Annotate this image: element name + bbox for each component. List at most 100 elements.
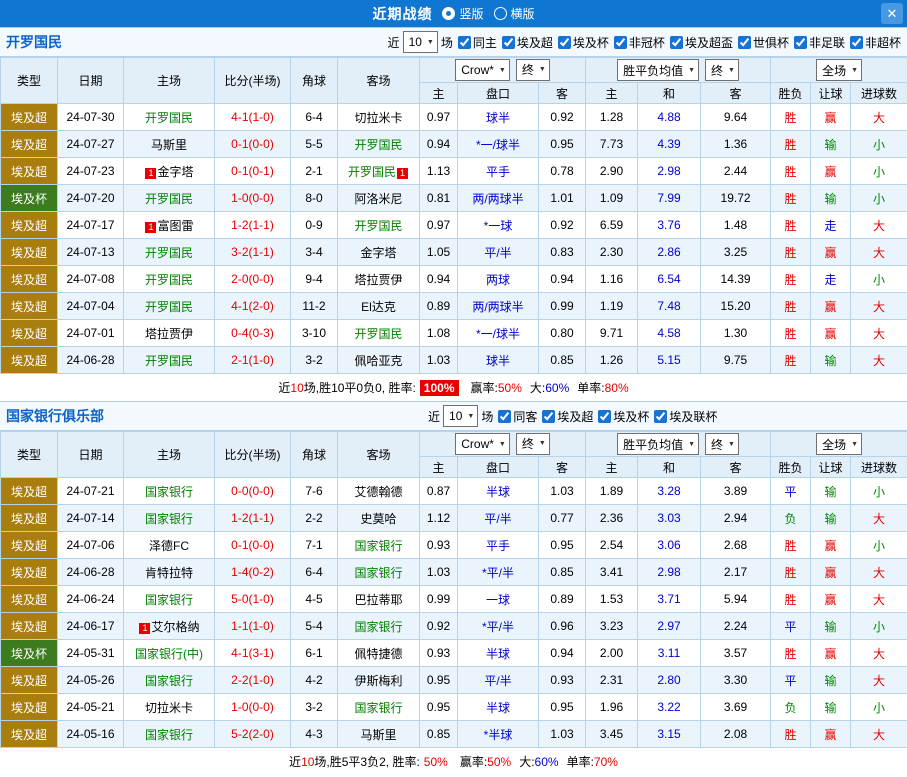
europe-stage-select[interactable]: 终▼ bbox=[705, 59, 739, 81]
filter-option[interactable]: 非冠杯 bbox=[614, 34, 665, 51]
radio-horizontal[interactable]: 横版 bbox=[494, 5, 535, 22]
handicap-stage-select[interactable]: 终▼ bbox=[516, 433, 550, 455]
filter-checkbox[interactable] bbox=[458, 36, 471, 49]
filter-option[interactable]: 埃及超 bbox=[502, 34, 553, 51]
home-team: 开罗国民 bbox=[124, 293, 215, 320]
result-goals: 小 bbox=[851, 478, 907, 505]
europe-draw-odds: 7.99 bbox=[638, 185, 701, 212]
filter-checkbox[interactable] bbox=[850, 36, 863, 49]
filter-option[interactable]: 埃及杯 bbox=[598, 408, 649, 425]
home-team-name: 开罗国民 bbox=[145, 273, 193, 287]
table-row: 埃及超24-07-08开罗国民2-0(0-0)9-4塔拉贾伊0.94两球0.94… bbox=[1, 266, 907, 293]
home-team-name: 国家银行 bbox=[145, 728, 193, 742]
europe-dropdown-group: 胜平负均值▼终▼ bbox=[586, 58, 771, 83]
filter-option[interactable]: 埃及联杯 bbox=[654, 408, 717, 425]
corner-score: 11-2 bbox=[291, 293, 338, 320]
filter-checkbox[interactable] bbox=[598, 410, 611, 423]
result-handicap: 赢 bbox=[811, 586, 851, 613]
match-type: 埃及超 bbox=[1, 667, 58, 694]
match-date: 24-06-17 bbox=[58, 613, 124, 640]
sub-header: 和 bbox=[638, 83, 701, 104]
filter-checkbox[interactable] bbox=[558, 36, 571, 49]
away-team-name: 佩特捷德 bbox=[354, 647, 402, 661]
match-date: 24-07-21 bbox=[58, 478, 124, 505]
summary-line: 近10场,胜5平3负2, 胜率:50%赢率:50%大:60%单率:70% bbox=[0, 748, 907, 775]
sub-header: 进球数 bbox=[851, 457, 907, 478]
handicap-away-odds: 0.92 bbox=[539, 104, 586, 131]
filter-label: 同客 bbox=[513, 408, 537, 425]
europe-away-odds: 1.30 bbox=[701, 320, 771, 347]
away-team: 塔拉贾伊 bbox=[338, 266, 420, 293]
filter-option[interactable]: 埃及杯 bbox=[558, 34, 609, 51]
scope-select-value: 全场 bbox=[822, 436, 846, 453]
europe-stage-select-value: 终 bbox=[711, 62, 723, 79]
filter-checkbox[interactable] bbox=[502, 36, 515, 49]
europe-stage-select[interactable]: 终▼ bbox=[705, 433, 739, 455]
filter-option[interactable]: 非足联 bbox=[794, 34, 845, 51]
corner-score: 4-5 bbox=[291, 586, 338, 613]
filter-option[interactable]: 同客 bbox=[498, 408, 537, 425]
corner-score: 0-9 bbox=[291, 212, 338, 239]
filter-checkbox[interactable] bbox=[614, 36, 627, 49]
filter-option[interactable]: 埃及超 bbox=[542, 408, 593, 425]
stat-value: 60% bbox=[535, 755, 559, 769]
filter-option[interactable]: 世俱杯 bbox=[738, 34, 789, 51]
result-goals: 大 bbox=[851, 667, 907, 694]
bookmaker-select[interactable]: Crow*▼ bbox=[455, 59, 510, 81]
europe-home-odds: 2.54 bbox=[586, 532, 638, 559]
match-count-select[interactable]: 10▼ bbox=[403, 31, 438, 53]
filter-checkbox[interactable] bbox=[670, 36, 683, 49]
header-row-1: 类型日期主场比分(半场)角球客场Crow*▼终▼胜平负均值▼终▼全场▼ bbox=[1, 58, 907, 83]
home-team: 1艾尔格纳 bbox=[124, 613, 215, 640]
scope-select[interactable]: 全场▼ bbox=[816, 433, 862, 455]
bookmaker-select[interactable]: Crow*▼ bbox=[455, 433, 510, 455]
europe-draw-odds: 3.15 bbox=[638, 721, 701, 748]
away-team: 巴拉蒂耶 bbox=[338, 586, 420, 613]
filter-option[interactable]: 非超杯 bbox=[850, 34, 901, 51]
result-goals: 小 bbox=[851, 158, 907, 185]
away-team: 国家银行 bbox=[338, 532, 420, 559]
europe-away-odds: 14.39 bbox=[701, 266, 771, 293]
table-row: 埃及超24-06-28开罗国民2-1(1-0)3-2佩哈亚克1.03球半0.85… bbox=[1, 347, 907, 374]
filter-option[interactable]: 同主 bbox=[458, 34, 497, 51]
result-handicap: 输 bbox=[811, 347, 851, 374]
filter-checkbox[interactable] bbox=[738, 36, 751, 49]
filter-checkbox[interactable] bbox=[498, 410, 511, 423]
close-button[interactable]: ✕ bbox=[881, 3, 903, 24]
radio-vertical[interactable]: 竖版 bbox=[442, 5, 483, 22]
filter-checkbox[interactable] bbox=[542, 410, 555, 423]
filter-label: 埃及联杯 bbox=[669, 408, 717, 425]
europe-odds-select[interactable]: 胜平负均值▼ bbox=[617, 433, 699, 455]
sub-header: 盘口 bbox=[458, 83, 539, 104]
result-winloss: 胜 bbox=[771, 266, 811, 293]
europe-draw-odds: 2.98 bbox=[638, 158, 701, 185]
away-team: 马斯里 bbox=[338, 721, 420, 748]
score: 3-2(1-1) bbox=[215, 239, 291, 266]
section-national-bank: 国家银行俱乐部 近10▼场同客埃及超埃及杯埃及联杯 类型日期主场比分(半场)角球… bbox=[0, 401, 907, 775]
home-team-name: 国家银行 bbox=[145, 674, 193, 688]
handicap-dropdown-group: Crow*▼ 终▼ bbox=[420, 432, 586, 457]
filter-option[interactable]: 埃及超盃 bbox=[670, 34, 733, 51]
away-team-name: 开罗国民 bbox=[348, 165, 396, 179]
sub-header: 主 bbox=[586, 457, 638, 478]
result-handicap: 输 bbox=[811, 131, 851, 158]
result-winloss: 胜 bbox=[771, 721, 811, 748]
dropdown-arrow-icon: ▼ bbox=[728, 67, 735, 74]
europe-home-odds: 1.96 bbox=[586, 694, 638, 721]
match-count-select[interactable]: 10▼ bbox=[443, 405, 478, 427]
europe-home-odds: 1.16 bbox=[586, 266, 638, 293]
dropdown-arrow-icon: ▼ bbox=[499, 441, 506, 448]
match-type: 埃及超 bbox=[1, 586, 58, 613]
handicap-stage-select[interactable]: 终▼ bbox=[516, 59, 550, 81]
handicap-away-odds: 0.95 bbox=[539, 131, 586, 158]
sub-header: 胜负 bbox=[771, 457, 811, 478]
filter-checkbox[interactable] bbox=[794, 36, 807, 49]
match-type: 埃及超 bbox=[1, 293, 58, 320]
europe-odds-select-value: 胜平负均值 bbox=[623, 436, 683, 453]
match-type: 埃及超 bbox=[1, 478, 58, 505]
filter-checkbox[interactable] bbox=[654, 410, 667, 423]
handicap-home-odds: 0.94 bbox=[420, 266, 458, 293]
europe-odds-select[interactable]: 胜平负均值▼ bbox=[617, 59, 699, 81]
handicap-away-odds: 1.01 bbox=[539, 185, 586, 212]
scope-select[interactable]: 全场▼ bbox=[816, 59, 862, 81]
